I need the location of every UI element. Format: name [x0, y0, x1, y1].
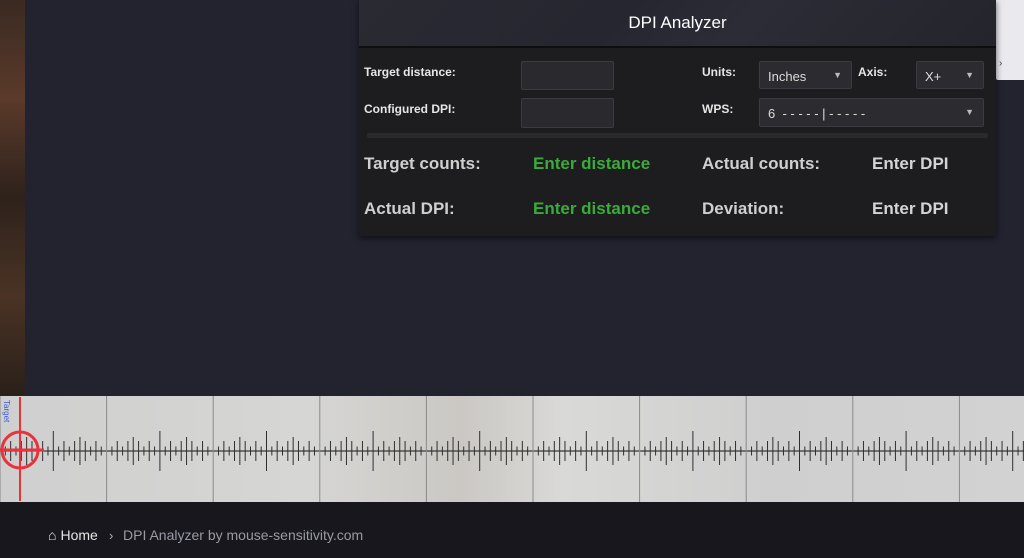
- breadcrumb-current: DPI Analyzer by mouse-sensitivity.com: [123, 527, 364, 543]
- axis-label: Axis:: [858, 65, 888, 79]
- wps-select[interactable]: 6 - - - - - | - - - - - ▼: [759, 98, 984, 127]
- actual-counts-label: Actual counts:: [702, 154, 821, 173]
- target-distance-label: Target distance:: [364, 65, 456, 79]
- axis-select[interactable]: X+ ▼: [916, 61, 984, 89]
- home-icon: ⌂: [48, 527, 57, 543]
- configured-dpi-label: Configured DPI:: [364, 102, 456, 116]
- breadcrumb-separator: ›: [109, 528, 114, 543]
- panel-header: DPI Analyzer: [359, 0, 996, 48]
- chevron-down-icon: ▼: [965, 70, 974, 80]
- breadcrumb-home-link[interactable]: ⌂ Home: [48, 527, 98, 543]
- actual-dpi-label: Actual DPI:: [364, 199, 455, 218]
- target-counts-label: Target counts:: [364, 154, 481, 173]
- chevron-down-icon: ▼: [965, 107, 974, 117]
- configured-dpi-input[interactable]: [521, 98, 614, 128]
- chevron-down-icon: ▼: [833, 70, 842, 80]
- actual-dpi-value: Enter distance: [533, 199, 651, 218]
- units-value: Inches: [768, 69, 807, 84]
- panel-title: DPI Analyzer: [628, 13, 727, 32]
- target-distance-input[interactable]: [521, 61, 614, 90]
- breadcrumb-home-label: Home: [60, 527, 98, 543]
- actual-counts-value: Enter DPI: [872, 154, 949, 173]
- measurement-ruler: [0, 396, 1024, 502]
- widget-mark: ›: [999, 58, 1003, 69]
- units-label: Units:: [702, 65, 736, 79]
- deviation-value: Enter DPI: [872, 199, 949, 218]
- ruler-ticks: [0, 396, 1024, 502]
- deviation-label: Deviation:: [702, 199, 785, 218]
- axis-value: X+: [925, 69, 942, 84]
- footer-bar: ⌂ Home › DPI Analyzer by mouse-sensitivit…: [0, 502, 1024, 558]
- panel-divider: [367, 133, 988, 138]
- side-widget[interactable]: ›: [996, 0, 1024, 80]
- dpi-analyzer-panel: DPI Analyzer Target distance: Configured…: [359, 0, 996, 236]
- target-counts-value: Enter distance: [533, 154, 651, 173]
- crosshair-target-icon: [0, 397, 44, 501]
- wps-label: WPS:: [702, 102, 734, 116]
- wps-value: 6 - - - - - | - - - - -: [768, 106, 866, 121]
- units-select[interactable]: Inches ▼: [759, 61, 852, 89]
